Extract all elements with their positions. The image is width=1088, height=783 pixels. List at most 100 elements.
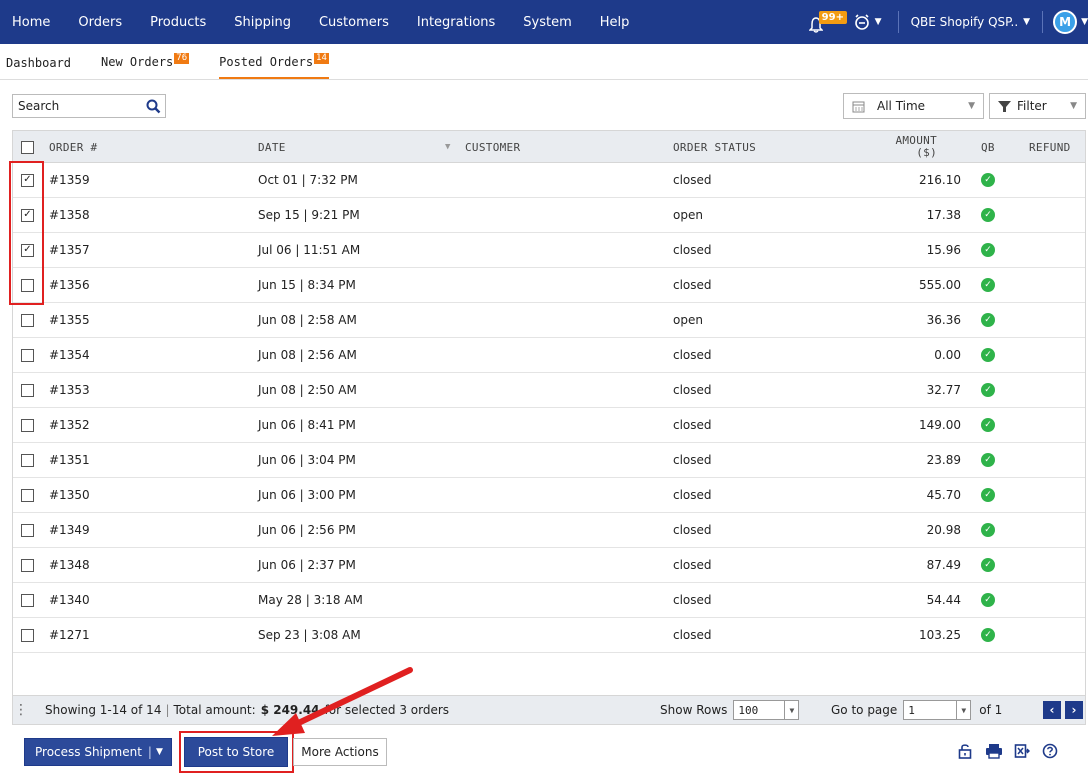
table-row[interactable]: #1351 Jun 06 | 3:04 PM closed 23.89 ✓	[13, 443, 1085, 478]
table-row[interactable]: #1353 Jun 08 | 2:50 AM closed 32.77 ✓	[13, 373, 1085, 408]
row-checkbox[interactable]: ✓	[21, 173, 34, 187]
check-circle-icon: ✓	[981, 453, 995, 467]
show-rows-select[interactable]: 100 ▼	[733, 700, 800, 720]
row-checkbox[interactable]	[21, 348, 34, 362]
row-checkbox[interactable]	[21, 418, 34, 432]
order-number[interactable]: #1358	[49, 198, 90, 232]
order-number[interactable]: #1271	[49, 618, 90, 652]
table-row[interactable]: #1355 Jun 08 | 2:58 AM open 36.36 ✓	[13, 303, 1085, 338]
row-checkbox[interactable]	[21, 628, 34, 642]
nav-orders[interactable]: Orders	[64, 15, 136, 30]
chevron-down-icon: ▼	[1023, 17, 1031, 27]
table-row[interactable]: ✓ #1357 Jul 06 | 11:51 AM closed 15.96 ✓	[13, 233, 1085, 268]
select-all-checkbox[interactable]	[21, 140, 34, 154]
export-excel-icon[interactable]	[1012, 741, 1032, 761]
chevron-down-icon[interactable]: ▼	[156, 747, 163, 757]
qb-status-cell: ✓	[981, 548, 995, 582]
row-checkbox[interactable]	[21, 593, 34, 607]
nav-customers[interactable]: Customers	[305, 15, 403, 30]
date-range-select[interactable]: All Time ▼	[843, 93, 984, 119]
page-select[interactable]: 1 ▼	[903, 700, 972, 720]
order-number[interactable]: #1350	[49, 478, 90, 512]
sort-desc-icon[interactable]: ▼	[445, 131, 451, 163]
row-checkbox[interactable]: ✓	[21, 243, 34, 257]
nav-products[interactable]: Products	[136, 15, 220, 30]
table-row[interactable]: #1352 Jun 06 | 8:41 PM closed 149.00 ✓	[13, 408, 1085, 443]
help-icon[interactable]	[1040, 741, 1060, 761]
column-header-amount[interactable]: AMOUNT ($)	[881, 131, 937, 163]
column-header-order-status[interactable]: ORDER STATUS	[673, 131, 756, 163]
column-header-customer[interactable]: CUSTOMER	[465, 131, 520, 163]
order-date: Jul 06 | 11:51 AM	[258, 243, 361, 257]
order-number[interactable]: #1351	[49, 443, 90, 477]
table-row[interactable]: #1350 Jun 06 | 3:00 PM closed 45.70 ✓	[13, 478, 1085, 513]
table-row[interactable]: #1348 Jun 06 | 2:37 PM closed 87.49 ✓	[13, 548, 1085, 583]
total-amount-label: Total amount:	[173, 703, 256, 717]
nav-home[interactable]: Home	[0, 15, 64, 30]
nav-integrations[interactable]: Integrations	[403, 15, 509, 30]
order-date: Jun 08 | 2:50 AM	[258, 383, 357, 397]
order-number[interactable]: #1340	[49, 583, 90, 617]
column-header-order[interactable]: ORDER #	[49, 131, 97, 163]
store-selector[interactable]: QBE Shopify QSP.. ▼	[911, 15, 1031, 29]
table-row[interactable]: #1271 Sep 23 | 3:08 AM closed 103.25 ✓	[13, 618, 1085, 653]
filter-button[interactable]: Filter ▼	[989, 93, 1086, 119]
reminders-button[interactable]: ▼	[853, 13, 882, 31]
order-number[interactable]: #1355	[49, 303, 90, 337]
order-tabs: Dashboard New Orders 76 Posted Orders 14	[0, 44, 1088, 80]
avatar[interactable]: M	[1053, 10, 1078, 34]
table-row[interactable]: ✓ #1359 Oct 01 | 7:32 PM closed 216.10 ✓	[13, 163, 1085, 198]
go-to-page-control: Go to page 1 ▼ of 1	[831, 696, 1002, 724]
tab-posted-orders[interactable]: Posted Orders 14	[219, 53, 329, 79]
row-checkbox[interactable]	[21, 278, 34, 292]
column-header-qb[interactable]: QB	[981, 131, 995, 163]
nav-divider	[897, 11, 899, 33]
alarm-clock-icon	[854, 14, 869, 30]
table-row[interactable]: #1356 Jun 15 | 8:34 PM closed 555.00 ✓	[13, 268, 1085, 303]
check-circle-icon: ✓	[981, 278, 995, 292]
order-number[interactable]: #1357	[49, 233, 90, 267]
tab-new-orders[interactable]: New Orders 76	[101, 53, 190, 79]
column-header-refund[interactable]: REFUND	[1029, 131, 1071, 163]
process-shipment-button[interactable]: Process Shipment | ▼	[24, 738, 172, 766]
row-checkbox[interactable]	[21, 523, 34, 537]
process-shipment-label: Process Shipment	[35, 745, 142, 759]
table-row[interactable]: ✓ #1358 Sep 15 | 9:21 PM open 17.38 ✓	[13, 198, 1085, 233]
row-checkbox[interactable]	[21, 488, 34, 502]
table-status-bar: ⋮ Showing 1-14 of 14 | Total amount: $ 2…	[12, 695, 1086, 725]
nav-help[interactable]: Help	[586, 15, 644, 30]
nav-system[interactable]: System	[509, 15, 585, 30]
column-header-date[interactable]: DATE	[258, 131, 286, 163]
row-checkbox[interactable]	[21, 453, 34, 467]
table-row[interactable]: #1349 Jun 06 | 2:56 PM closed 20.98 ✓	[13, 513, 1085, 548]
row-checkbox[interactable]	[21, 313, 34, 327]
prev-page-button[interactable]: ‹	[1043, 701, 1061, 719]
table-row[interactable]: #1354 Jun 08 | 2:56 AM closed 0.00 ✓	[13, 338, 1085, 373]
order-number[interactable]: #1352	[49, 408, 90, 442]
tab-dashboard[interactable]: Dashboard	[6, 56, 71, 79]
more-actions-button[interactable]: More Actions	[293, 738, 387, 766]
search-icon[interactable]	[146, 99, 161, 114]
drag-handle-icon[interactable]: ⋮	[14, 696, 28, 724]
go-to-page-label: Go to page	[831, 703, 898, 717]
order-number[interactable]: #1353	[49, 373, 90, 407]
post-to-store-button[interactable]: Post to Store	[184, 737, 288, 767]
row-checkbox[interactable]	[21, 383, 34, 397]
order-number[interactable]: #1354	[49, 338, 90, 372]
order-number[interactable]: #1349	[49, 513, 90, 547]
unlock-icon[interactable]	[955, 741, 975, 761]
next-page-button[interactable]: ›	[1065, 701, 1083, 719]
row-select-cell: ✓	[21, 233, 34, 267]
order-number[interactable]: #1348	[49, 548, 90, 582]
order-number[interactable]: #1356	[49, 268, 90, 302]
chevron-down-icon[interactable]: ▼	[1081, 17, 1088, 27]
row-checkbox[interactable]	[21, 558, 34, 572]
row-select-cell	[21, 338, 34, 372]
order-number[interactable]: #1359	[49, 163, 90, 197]
notifications-button[interactable]: 99+	[808, 9, 847, 35]
search-input[interactable]	[18, 99, 138, 113]
row-checkbox[interactable]: ✓	[21, 208, 34, 222]
nav-shipping[interactable]: Shipping	[220, 15, 305, 30]
print-icon[interactable]	[984, 741, 1004, 761]
table-row[interactable]: #1340 May 28 | 3:18 AM closed 54.44 ✓	[13, 583, 1085, 618]
